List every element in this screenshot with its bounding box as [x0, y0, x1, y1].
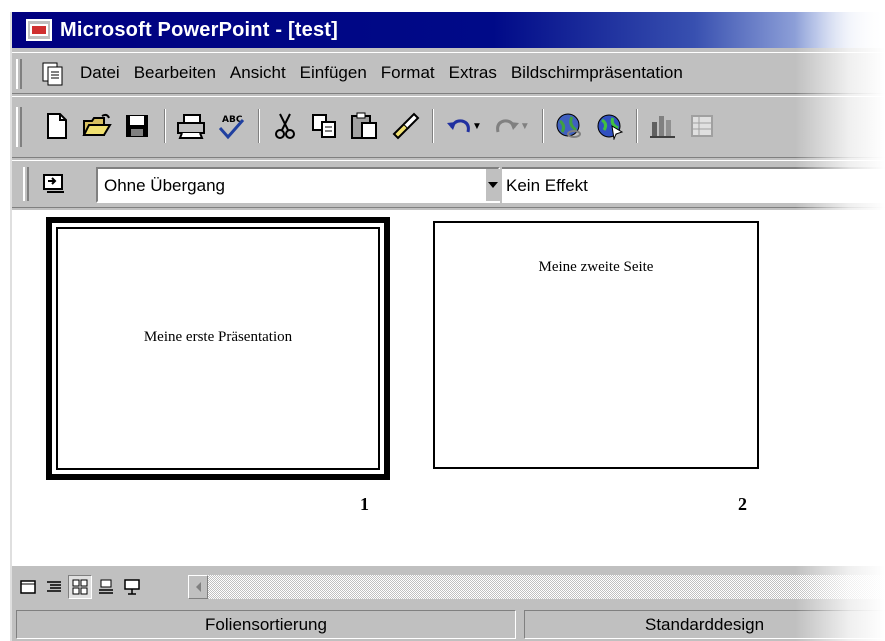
slide-transition-icon[interactable]: [42, 173, 66, 195]
notes-view-button[interactable]: [94, 575, 118, 599]
new-document-icon: [47, 113, 67, 139]
menu-einfuegen[interactable]: Einfügen: [300, 63, 367, 83]
slidebar-grip[interactable]: [23, 167, 29, 201]
standard-toolbar: ABC ▼ ▼: [12, 96, 885, 158]
format-painter-button[interactable]: [388, 109, 422, 143]
spell-check-icon: ABC: [218, 115, 245, 140]
copy-button[interactable]: [308, 109, 342, 143]
slide-number-2: 2: [738, 494, 747, 514]
undo-dropdown-icon[interactable]: ▼: [472, 121, 482, 132]
slide-sorter-toolbar: Ohne Übergang Kein Effekt: [12, 160, 885, 208]
paste-icon: [351, 112, 377, 139]
insert-chart-icon: [649, 116, 675, 138]
undo-button[interactable]: [442, 109, 476, 143]
insert-table-button[interactable]: [686, 109, 720, 143]
insert-hyperlink-button[interactable]: [552, 109, 586, 143]
redo-button[interactable]: [490, 109, 524, 143]
open-button[interactable]: [80, 109, 114, 143]
chevron-down-icon: [488, 182, 498, 188]
status-bar: Foliensortierung Standarddesign: [12, 606, 885, 641]
status-view-panel: Foliensortierung: [16, 610, 516, 639]
toolbar-separator: [432, 109, 434, 143]
toolbar-separator: [541, 109, 544, 143]
status-view-text: Foliensortierung: [205, 614, 327, 634]
save-button[interactable]: [120, 109, 154, 143]
menu-extras[interactable]: Extras: [449, 63, 497, 83]
print-icon: [177, 114, 205, 139]
open-folder-icon: [82, 113, 112, 136]
toolbar-grip[interactable]: [16, 107, 22, 147]
normal-view-icon: [20, 580, 36, 594]
status-design-text: Standarddesign: [645, 614, 765, 634]
slide-number-1: 1: [360, 494, 369, 514]
window-title: Microsoft PowerPoint - [test]: [60, 18, 339, 41]
toolbar-separator: [164, 109, 166, 143]
cut-button[interactable]: [268, 109, 302, 143]
slide-1-text: Meine erste Präsentation: [143, 329, 293, 345]
insert-hyperlink-icon: [556, 113, 581, 138]
powerpoint-window: Microsoft PowerPoint - [test] Datei Bear…: [10, 12, 885, 641]
save-icon: [126, 115, 148, 137]
new-button[interactable]: [40, 109, 74, 143]
slideshow-view-icon: [124, 579, 140, 595]
chevron-left-icon: [195, 582, 201, 592]
menu-format[interactable]: Format: [381, 63, 435, 83]
redo-dropdown-icon[interactable]: ▼: [520, 121, 530, 132]
slide-sorter-area: Meine erste Präsentation 1 Meine zweite …: [12, 210, 885, 566]
copy-icon: [312, 114, 336, 138]
slide-sorter-view-icon: [72, 579, 88, 595]
slide-2-text: Meine zweite Seite: [538, 259, 654, 275]
toolbar-separator: [258, 109, 260, 143]
insert-table-icon: [690, 115, 713, 137]
web-toolbar-icon: [597, 114, 624, 140]
effect-select[interactable]: Kein Effekt: [502, 167, 885, 203]
document-menu-icon[interactable]: [42, 62, 64, 86]
transition-dropdown-button[interactable]: [486, 169, 500, 201]
outline-view-icon: [47, 581, 61, 592]
web-toolbar-button[interactable]: [592, 109, 626, 143]
transition-select[interactable]: Ohne Übergang: [96, 167, 500, 203]
slide-sorter-view-button[interactable]: [68, 575, 92, 599]
menu-bildschirmpraesentation[interactable]: Bildschirmpräsentation: [511, 63, 683, 83]
menubar-grip[interactable]: [16, 59, 22, 89]
print-button[interactable]: [174, 109, 208, 143]
toolbar-separator: [635, 109, 638, 143]
effect-select-value: Kein Effekt: [506, 176, 588, 195]
outline-view-button[interactable]: [42, 575, 66, 599]
slideshow-view-button[interactable]: [120, 575, 144, 599]
cut-icon: [275, 113, 295, 139]
normal-view-button[interactable]: [16, 575, 40, 599]
powerpoint-app-icon[interactable]: [26, 19, 52, 41]
slide-thumbnail-2[interactable]: Meine zweite Seite: [433, 221, 759, 469]
slide-thumbnail-1[interactable]: Meine erste Präsentation: [46, 217, 390, 480]
menu-ansicht[interactable]: Ansicht: [230, 63, 286, 83]
insert-chart-button[interactable]: [646, 109, 680, 143]
horizontal-scrollbar[interactable]: [188, 575, 885, 599]
transition-select-value: Ohne Übergang: [104, 176, 225, 195]
notes-view-icon: [99, 579, 113, 594]
title-bar[interactable]: Microsoft PowerPoint - [test]: [12, 12, 885, 48]
spell-check-button[interactable]: ABC: [214, 109, 248, 143]
paste-button[interactable]: [348, 109, 382, 143]
format-painter-icon: [392, 112, 420, 140]
menu-bar: Datei Bearbeiten Ansicht Einfügen Format…: [12, 52, 885, 94]
scroll-left-button[interactable]: [188, 575, 208, 599]
menu-datei[interactable]: Datei: [80, 63, 120, 83]
menu-bearbeiten[interactable]: Bearbeiten: [134, 63, 216, 83]
view-bar: [12, 566, 885, 606]
status-design-panel: Standarddesign: [524, 610, 885, 639]
redo-icon: [496, 119, 519, 133]
undo-icon: [447, 119, 470, 133]
